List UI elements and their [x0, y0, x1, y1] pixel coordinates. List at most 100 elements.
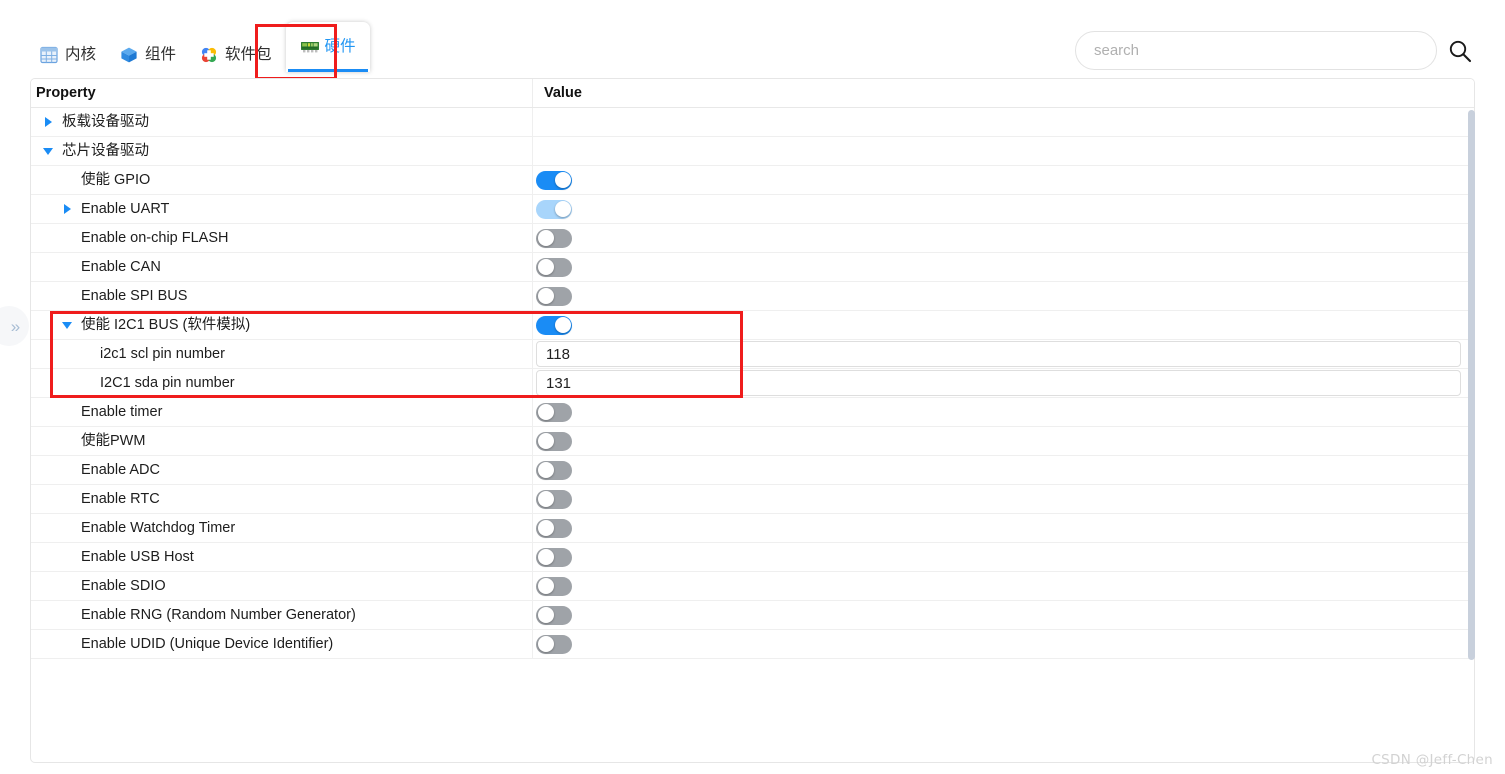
toggle-switch[interactable]: [536, 489, 572, 509]
property-cell: Enable ADC: [31, 456, 532, 484]
property-cell: Enable UART: [31, 195, 532, 223]
table-row[interactable]: Enable timer: [31, 398, 1474, 427]
table-row[interactable]: Enable UDID (Unique Device Identifier): [31, 630, 1474, 659]
toggle-switch[interactable]: [536, 547, 572, 567]
table-row[interactable]: I2C1 sda pin number: [31, 369, 1474, 398]
vertical-scrollbar[interactable]: [1468, 110, 1475, 660]
table-row[interactable]: 使能 I2C1 BUS (软件模拟): [31, 311, 1474, 340]
toggle-knob: [554, 317, 571, 333]
cube-icon: [120, 46, 138, 64]
property-label: 芯片设备驱动: [62, 142, 149, 159]
property-cell: Enable SDIO: [31, 572, 532, 600]
search-button[interactable]: [1447, 38, 1473, 64]
property-label: 使能PWM: [81, 432, 146, 449]
table-row[interactable]: Enable RNG (Random Number Generator): [31, 601, 1474, 630]
property-label: Enable SDIO: [81, 577, 166, 594]
toggle-knob: [537, 259, 554, 275]
table-header-row: Property Value: [31, 79, 1474, 108]
top-tab-bar: 内核 组件 软件包 硬件 search: [0, 0, 1505, 80]
property-cell: Enable SPI BUS: [31, 282, 532, 310]
tab-packages[interactable]: 软件包: [190, 38, 282, 72]
value-cell: [532, 282, 1472, 310]
value-cell: [532, 137, 1472, 165]
tab-hardware-label: 硬件: [324, 38, 356, 56]
table-row[interactable]: Enable SDIO: [31, 572, 1474, 601]
property-cell: Enable RTC: [31, 485, 532, 513]
triangle-glyph: [63, 204, 71, 214]
property-label: Enable CAN: [81, 258, 161, 275]
chevron-right-icon[interactable]: [59, 201, 75, 217]
table-row[interactable]: Enable Watchdog Timer: [31, 514, 1474, 543]
property-cell: 使能PWM: [31, 427, 532, 455]
toggle-switch[interactable]: [536, 402, 572, 422]
column-header-property: Property: [36, 85, 96, 101]
property-cell: i2c1 scl pin number: [31, 340, 532, 368]
table-row[interactable]: Enable ADC: [31, 456, 1474, 485]
table-row[interactable]: 使能 GPIO: [31, 166, 1474, 195]
value-input[interactable]: [536, 370, 1461, 396]
toggle-switch[interactable]: [536, 431, 572, 451]
toggle-switch[interactable]: [536, 257, 572, 277]
toggle-knob: [537, 607, 554, 623]
tab-components-label: 组件: [145, 46, 177, 64]
tab-hardware[interactable]: 硬件: [285, 22, 370, 72]
property-cell: Enable RNG (Random Number Generator): [31, 601, 532, 629]
property-cell: 使能 GPIO: [31, 166, 532, 194]
toggle-switch[interactable]: [536, 199, 572, 219]
toggle-switch[interactable]: [536, 518, 572, 538]
table-row[interactable]: Enable UART: [31, 195, 1474, 224]
property-cell: 芯片设备驱动: [31, 137, 532, 165]
chevron-down-icon[interactable]: [40, 143, 56, 159]
table-row[interactable]: Enable RTC: [31, 485, 1474, 514]
toggle-switch[interactable]: [536, 605, 572, 625]
table-row[interactable]: Enable SPI BUS: [31, 282, 1474, 311]
grid-icon: [40, 46, 58, 64]
table-body: 板载设备驱动 芯片设备驱动使能 GPIO Enable UART Enable on-…: [31, 108, 1474, 659]
tab-list: 内核 组件 软件包 硬件: [30, 22, 370, 72]
property-cell: 使能 I2C1 BUS (软件模拟): [31, 311, 532, 339]
value-cell: [532, 398, 1472, 426]
table-row[interactable]: Enable on-chip FLASH: [31, 224, 1474, 253]
triangle-glyph: [43, 147, 53, 155]
tab-kernel[interactable]: 内核: [30, 38, 106, 72]
toggle-knob: [554, 172, 571, 188]
value-cell: [532, 369, 1472, 397]
property-label: Enable USB Host: [81, 548, 194, 565]
toggle-switch[interactable]: [536, 315, 572, 335]
property-label: i2c1 scl pin number: [100, 345, 225, 362]
double-chevron-right-icon: »: [10, 316, 21, 336]
toggle-switch[interactable]: [536, 286, 572, 306]
value-cell: [532, 485, 1472, 513]
property-label: 板载设备驱动: [62, 113, 149, 130]
value-input[interactable]: [536, 341, 1461, 367]
value-cell: [532, 427, 1472, 455]
value-cell: [532, 108, 1472, 136]
tab-components[interactable]: 组件: [110, 38, 186, 72]
table-row[interactable]: Enable CAN: [31, 253, 1474, 282]
property-label: Enable on-chip FLASH: [81, 229, 229, 246]
toggle-switch[interactable]: [536, 634, 572, 654]
toggle-switch[interactable]: [536, 228, 572, 248]
chevron-right-icon[interactable]: [40, 114, 56, 130]
watermark: CSDN @Jeff-Chen: [1371, 752, 1493, 768]
triangle-glyph: [44, 117, 52, 127]
toggle-switch[interactable]: [536, 460, 572, 480]
chevron-down-icon[interactable]: [59, 317, 75, 333]
property-label: 使能 I2C1 BUS (软件模拟): [81, 316, 251, 333]
value-cell: [532, 253, 1472, 281]
table-row[interactable]: 使能PWM: [31, 427, 1474, 456]
toggle-switch[interactable]: [536, 170, 572, 190]
toggle-knob: [537, 230, 554, 246]
sidebar-expand-button[interactable]: »: [0, 306, 29, 346]
toggle-switch[interactable]: [536, 576, 572, 596]
value-cell: [532, 166, 1472, 194]
table-row[interactable]: Enable USB Host: [31, 543, 1474, 572]
table-row[interactable]: 板载设备驱动: [31, 108, 1474, 137]
pcb-card-icon: [300, 38, 319, 56]
search-area: [1075, 31, 1473, 70]
table-row[interactable]: i2c1 scl pin number: [31, 340, 1474, 369]
property-cell: Enable USB Host: [31, 543, 532, 571]
value-cell: [532, 195, 1472, 223]
search-input[interactable]: [1075, 31, 1437, 70]
table-row[interactable]: 芯片设备驱动: [31, 137, 1474, 166]
